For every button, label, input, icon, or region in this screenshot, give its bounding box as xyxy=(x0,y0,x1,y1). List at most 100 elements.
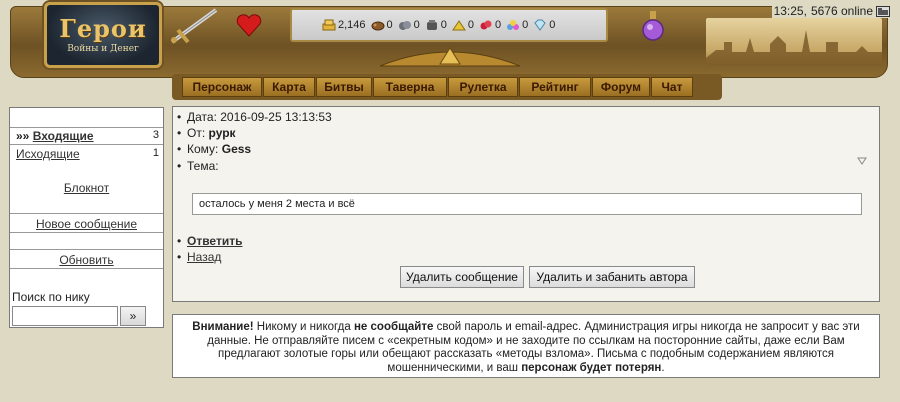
inbox-count: 3 xyxy=(152,129,159,141)
crown-ornament-icon xyxy=(380,47,520,67)
heart-icon xyxy=(236,14,262,37)
outbox-link[interactable]: Исходящие xyxy=(16,147,80,161)
resource-gems[interactable]: 0 xyxy=(506,19,528,31)
diamond-value: 0 xyxy=(549,19,556,31)
nav-chat[interactable]: Чат xyxy=(651,77,693,97)
divider xyxy=(10,249,163,250)
message-body: осталось у меня 2 места и всё xyxy=(192,193,862,215)
to-label: Кому: xyxy=(187,142,219,156)
gems-icon xyxy=(507,20,520,30)
mercury-value: 0 xyxy=(440,19,447,31)
message-date: • Дата: 2016-09-25 13:13:53 xyxy=(177,110,332,124)
game-logo[interactable]: Герои Войны и Денег xyxy=(44,2,162,68)
crystal-value: 0 xyxy=(495,19,502,31)
warning-emphasis-1: не сообщайте xyxy=(353,321,434,333)
main-navigation: Персонаж Карта Битвы Таверна Рулетка Рей… xyxy=(182,77,712,97)
bullet: • xyxy=(177,159,182,173)
logo-subtitle: Войны и Денег xyxy=(67,44,139,54)
nav-roulette[interactable]: Рулетка xyxy=(448,77,518,97)
sidebar-item-outbox[interactable]: Исходящие 1 xyxy=(10,147,163,161)
sulfur-value: 0 xyxy=(467,19,475,31)
back-item: • Назад xyxy=(177,250,221,264)
resource-wood[interactable]: 0 xyxy=(371,19,393,31)
notebook-link[interactable]: Блокнот xyxy=(64,181,109,195)
gems-value: 0 xyxy=(522,19,529,31)
ore-value: 0 xyxy=(413,19,420,31)
sidebar-item-refresh[interactable]: Обновить xyxy=(10,253,163,267)
online-list-icon[interactable] xyxy=(876,5,890,17)
warning-text-3: . xyxy=(661,361,665,374)
nav-battles[interactable]: Битвы xyxy=(316,77,372,97)
subject-label: Тема: xyxy=(187,159,219,173)
nav-tavern[interactable]: Таверна xyxy=(373,77,447,97)
mail-sidebar: »» Входящие 3 Исходящие 1 Блокнот Новое … xyxy=(9,107,164,328)
resource-bar: 2,146 0 0 0 0 0 0 0 xyxy=(290,8,608,42)
server-time: 13:25, xyxy=(773,4,807,18)
mercury-icon xyxy=(426,20,437,30)
logo-title: Герои xyxy=(59,14,147,43)
wood-value: 0 xyxy=(386,19,393,31)
bullet: • xyxy=(177,250,182,264)
nick-search-input[interactable] xyxy=(12,306,118,326)
bullet: • xyxy=(177,142,182,156)
message-subject: • Тема: xyxy=(177,159,219,173)
sidebar-item-notebook[interactable]: Блокнот xyxy=(10,181,163,195)
server-status: 13:25, 5676 online xyxy=(771,4,892,18)
warning-emphasis-2: персонаж будет потерян xyxy=(521,361,662,374)
nav-rating[interactable]: Рейтинг xyxy=(519,77,591,97)
nick-search-button[interactable]: » xyxy=(120,306,146,326)
inbox-link[interactable]: Входящие xyxy=(33,129,94,143)
nav-character[interactable]: Персонаж xyxy=(182,77,262,97)
resource-ore[interactable]: 0 xyxy=(398,19,420,31)
new-message-link[interactable]: Новое сообщение xyxy=(36,217,137,231)
message-to: • Кому: Gess xyxy=(177,142,251,156)
diamond-icon xyxy=(534,19,546,31)
online-count: 5676 online xyxy=(810,4,873,18)
message-from: • От: рурк xyxy=(177,126,236,140)
divider xyxy=(10,144,163,145)
divider xyxy=(10,213,163,214)
sidebar-item-inbox[interactable]: »» Входящие 3 xyxy=(10,129,163,143)
sidebar-item-new-message[interactable]: Новое сообщение xyxy=(10,217,163,231)
delete-and-ban-button[interactable]: Удалить и забанить автора xyxy=(529,266,695,288)
from-label: От: xyxy=(187,126,206,140)
warning-text-1: Никому и никогда xyxy=(253,321,354,333)
inbox-marker: »» xyxy=(16,129,30,143)
bullet: • xyxy=(177,110,182,124)
from-value[interactable]: рурк xyxy=(209,126,236,140)
security-warning: Внимание! Никому и никогда не сообщайте … xyxy=(172,314,880,378)
ore-icon xyxy=(398,21,411,30)
outbox-count: 1 xyxy=(152,147,159,159)
gold-value: 2,146 xyxy=(338,19,366,31)
sword-icon xyxy=(170,8,218,44)
city-skyline-icon xyxy=(706,30,882,66)
date-value: 2016-09-25 13:13:53 xyxy=(220,110,332,124)
divider xyxy=(10,268,163,269)
nav-forum[interactable]: Форум xyxy=(592,77,650,97)
back-link[interactable]: Назад xyxy=(187,250,221,264)
refresh-link[interactable]: Обновить xyxy=(59,253,113,267)
divider xyxy=(10,127,163,128)
resource-gold[interactable]: 2,146 xyxy=(322,19,366,31)
search-label: Поиск по нику xyxy=(12,290,90,304)
date-label: Дата: xyxy=(187,110,217,124)
nav-map[interactable]: Карта xyxy=(263,77,315,97)
to-value[interactable]: Gess xyxy=(222,142,251,156)
resource-mercury[interactable]: 0 xyxy=(425,19,447,31)
wood-icon xyxy=(371,21,385,31)
city-panorama-image xyxy=(706,18,882,66)
reply-item: • Ответить xyxy=(177,234,242,248)
resource-crystal[interactable]: 0 xyxy=(479,19,501,31)
triangle-down-icon[interactable] xyxy=(857,157,867,165)
sulfur-icon xyxy=(451,20,466,31)
divider xyxy=(10,232,163,233)
delete-message-button[interactable]: Удалить сообщение xyxy=(400,266,524,288)
resource-sulfur[interactable]: 0 xyxy=(451,19,475,31)
bullet: • xyxy=(177,234,182,248)
message-panel: • Дата: 2016-09-25 13:13:53 • От: рурк • Ко… xyxy=(172,106,880,302)
potion-flask-icon xyxy=(642,11,664,41)
resource-diamond[interactable]: 0 xyxy=(533,19,555,31)
gold-icon xyxy=(322,19,336,31)
crystal-icon xyxy=(480,20,492,30)
reply-link[interactable]: Ответить xyxy=(187,234,242,248)
